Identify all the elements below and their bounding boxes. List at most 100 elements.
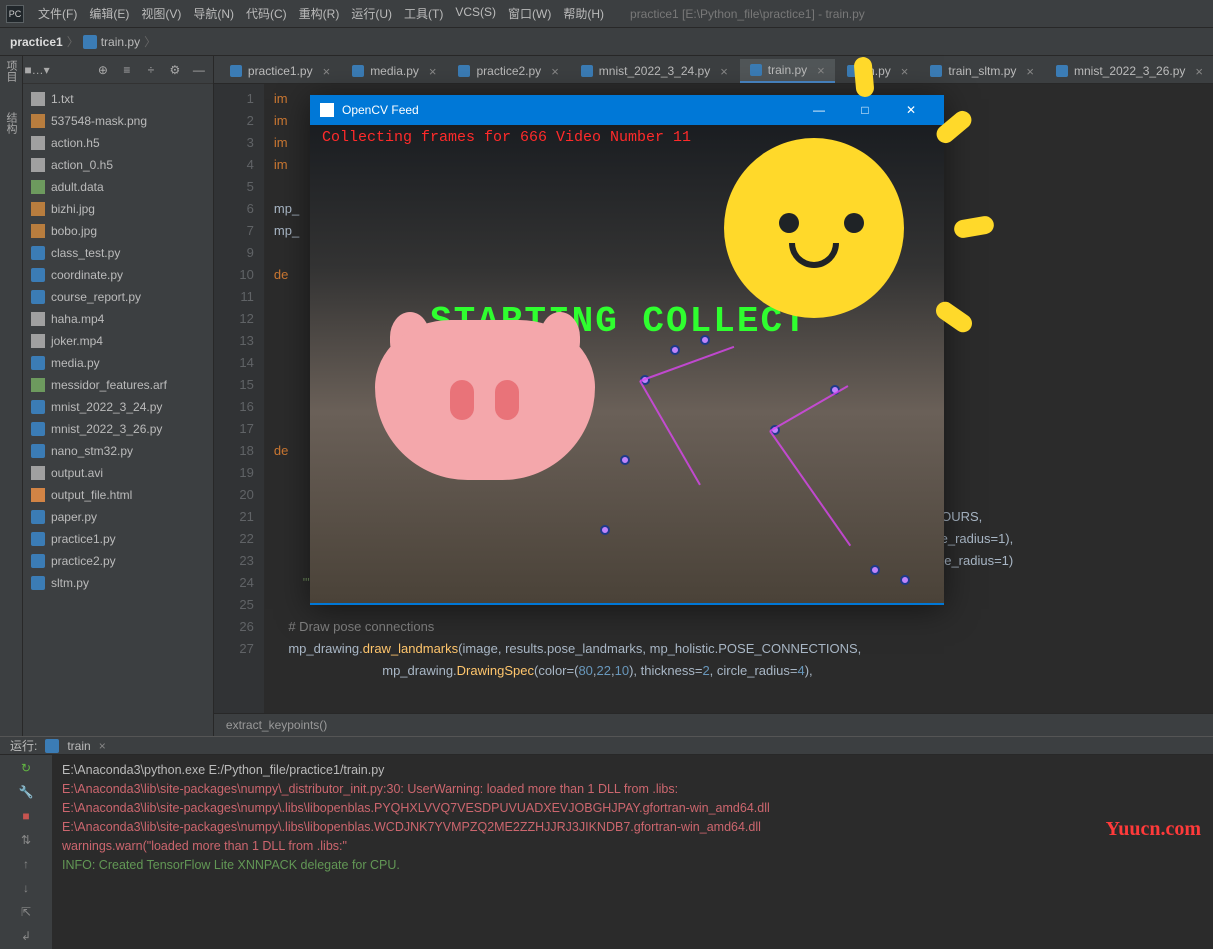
locate-icon[interactable]: ⊕	[95, 62, 111, 78]
file-item[interactable]: action.h5	[23, 132, 213, 154]
close-icon[interactable]: ×	[720, 64, 728, 79]
file-item[interactable]: adult.data	[23, 176, 213, 198]
down-icon[interactable]: ↓	[23, 881, 29, 895]
menu-item[interactable]: 编辑(E)	[83, 5, 135, 22]
project-tool-tab[interactable]: 项目	[3, 60, 19, 82]
breadcrumb-file[interactable]: train.py	[101, 35, 140, 49]
file-item[interactable]: course_report.py	[23, 286, 213, 308]
line-number: 22	[214, 528, 254, 550]
opencv-title: OpenCV Feed	[342, 103, 419, 117]
editor-tab[interactable]: train_sltm.py×	[920, 59, 1044, 83]
file-item[interactable]: mnist_2022_3_26.py	[23, 418, 213, 440]
file-name: media.py	[51, 356, 100, 370]
file-name: practice2.py	[51, 554, 116, 568]
layout-icon[interactable]: ⇅	[21, 833, 31, 847]
file-item[interactable]: class_test.py	[23, 242, 213, 264]
file-name: output_file.html	[51, 488, 132, 502]
menu-item[interactable]: 运行(U)	[345, 5, 398, 22]
tab-label: mnist_2022_3_24.py	[599, 64, 710, 78]
output-line: E:\Anaconda3\lib\site-packages\numpy\.li…	[62, 799, 1203, 818]
collapse-icon[interactable]: ÷	[143, 62, 159, 78]
file-item[interactable]: media.py	[23, 352, 213, 374]
file-item[interactable]: action_0.h5	[23, 154, 213, 176]
project-dropdown[interactable]: ■ … ▾	[29, 62, 45, 78]
editor-tab[interactable]: train.py×	[740, 59, 835, 83]
breadcrumb-project[interactable]: practice1	[10, 35, 63, 49]
line-number: 12	[214, 308, 254, 330]
file-item[interactable]: practice2.py	[23, 550, 213, 572]
file-item[interactable]: messidor_features.arf	[23, 374, 213, 396]
menu-item[interactable]: 导航(N)	[187, 5, 240, 22]
file-item[interactable]: coordinate.py	[23, 264, 213, 286]
run-output[interactable]: E:\Anaconda3\python.exe E:/Python_file/p…	[52, 755, 1213, 949]
menu-item[interactable]: VCS(S)	[449, 5, 502, 22]
run-config-name[interactable]: train	[67, 739, 90, 753]
file-item[interactable]: bizhi.jpg	[23, 198, 213, 220]
expand-icon[interactable]: ≡	[119, 62, 135, 78]
editor-tab[interactable]: practice2.py×	[448, 59, 568, 83]
wrench-icon[interactable]: 🔧	[19, 785, 34, 799]
line-number: 25	[214, 594, 254, 616]
file-item[interactable]: bobo.jpg	[23, 220, 213, 242]
close-icon[interactable]: ×	[323, 64, 331, 79]
close-icon[interactable]: ×	[817, 63, 825, 78]
file-item[interactable]: haha.mp4	[23, 308, 213, 330]
menu-item[interactable]: 工具(T)	[398, 5, 449, 22]
menu-item[interactable]: 重构(R)	[293, 5, 346, 22]
file-name: 537548-mask.png	[51, 114, 147, 128]
file-icon	[31, 554, 45, 568]
menu-item[interactable]: 窗口(W)	[502, 5, 557, 22]
editor-tab[interactable]: mnist_2022_3_24.py ×	[571, 59, 738, 83]
file-item[interactable]: practice1.py	[23, 528, 213, 550]
export-icon[interactable]: ⇱	[21, 905, 31, 919]
code-crumb[interactable]: extract_keypoints()	[214, 713, 1213, 736]
file-item[interactable]: output.avi	[23, 462, 213, 484]
close-icon[interactable]: ×	[429, 64, 437, 79]
file-icon	[31, 466, 45, 480]
file-name: paper.py	[51, 510, 97, 524]
menu-item[interactable]: 文件(F)	[32, 5, 83, 22]
line-gutter: 1234567910111213141516171819202122232425…	[214, 84, 264, 713]
file-icon	[31, 488, 45, 502]
file-item[interactable]: 537548-mask.png	[23, 110, 213, 132]
file-item[interactable]: output_file.html	[23, 484, 213, 506]
file-name: messidor_features.arf	[51, 378, 167, 392]
close-icon[interactable]: ×	[1195, 64, 1203, 79]
file-item[interactable]: nano_stm32.py	[23, 440, 213, 462]
close-icon[interactable]: ×	[551, 64, 559, 79]
menu-item[interactable]: 代码(C)	[240, 5, 293, 22]
line-number: 11	[214, 286, 254, 308]
close-icon[interactable]: ×	[901, 64, 909, 79]
file-tree[interactable]: 1.txt 537548-mask.png action.h5action_0.h5…	[23, 84, 213, 736]
line-number: 15	[214, 374, 254, 396]
editor-tab[interactable]: media.py×	[342, 59, 446, 83]
stop-icon[interactable]: ■	[22, 809, 29, 823]
editor-tab[interactable]: mnist_2022_3_26.py×	[1046, 59, 1213, 83]
up-icon[interactable]: ↑	[23, 857, 29, 871]
editor-tab[interactable]: m.py×	[837, 59, 919, 83]
file-item[interactable]: sltm.py	[23, 572, 213, 594]
wrap-icon[interactable]: ↲	[21, 929, 31, 943]
output-line: E:\Anaconda3\lib\site-packages\numpy\.li…	[62, 818, 1203, 837]
file-icon	[31, 312, 45, 326]
menu-item[interactable]: 帮助(H)	[557, 5, 610, 22]
close-icon[interactable]: ×	[1026, 64, 1034, 79]
editor-tab[interactable]: practice1.py×	[220, 59, 340, 83]
file-item[interactable]: joker.mp4	[23, 330, 213, 352]
file-item[interactable]: paper.py	[23, 506, 213, 528]
line-number: 23	[214, 550, 254, 572]
rerun-icon[interactable]: ↻	[21, 761, 31, 775]
project-sidebar: ■ … ▾ ⊕ ≡ ÷ ⚙ — 1.txt 537548-mask.png acti…	[23, 56, 214, 736]
file-name: haha.mp4	[51, 312, 104, 326]
hide-icon[interactable]: —	[191, 62, 207, 78]
close-icon[interactable]: ×	[99, 739, 106, 753]
file-item[interactable]: 1.txt	[23, 88, 213, 110]
file-item[interactable]: mnist_2022_3_24.py	[23, 396, 213, 418]
collecting-text: Collecting frames for 666 Video Number 1…	[322, 129, 691, 146]
python-icon	[352, 65, 364, 77]
menu-item[interactable]: 视图(V)	[135, 5, 187, 22]
python-icon	[458, 65, 470, 77]
structure-tool-tab[interactable]: 结构	[3, 112, 19, 134]
line-number: 2	[214, 110, 254, 132]
gear-icon[interactable]: ⚙	[167, 62, 183, 78]
